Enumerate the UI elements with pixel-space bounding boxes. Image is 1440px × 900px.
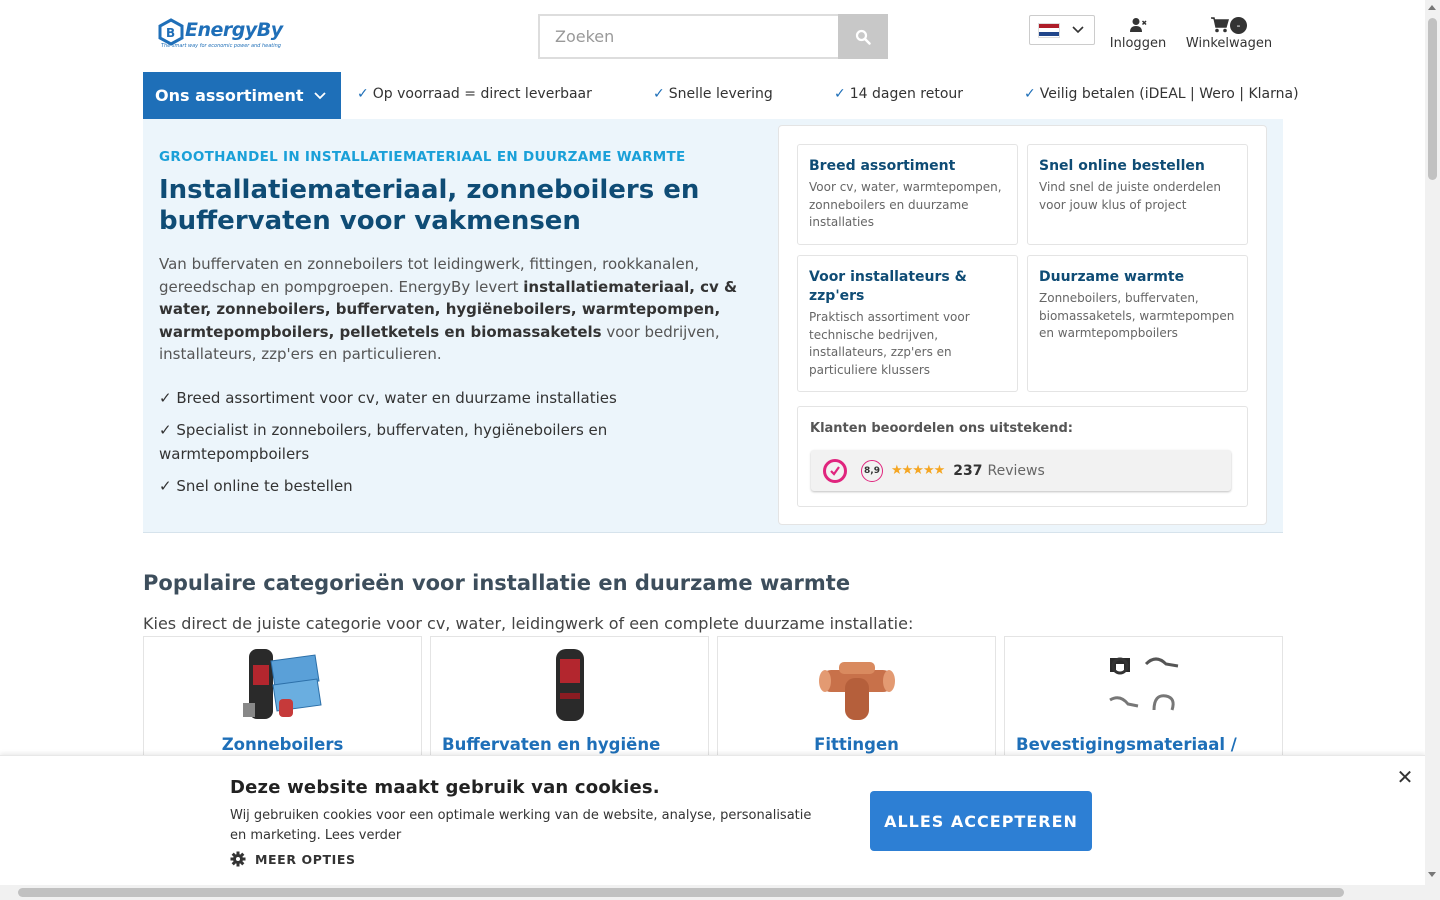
feature-card: Duurzame warmte Zonneboilers, buffervate… — [1027, 255, 1248, 392]
hero-section: GROOTHANDEL IN INSTALLATIEMATERIAAL EN D… — [143, 119, 1283, 533]
search-icon — [855, 29, 871, 45]
usp-returns: ✓ 14 dagen retour — [834, 86, 964, 102]
check-icon: ✓ — [357, 86, 369, 102]
cookie-banner: Deze website maakt gebruik van cookies. … — [0, 755, 1425, 885]
star-rating-icon: ★★★★★ — [891, 463, 945, 478]
svg-text:B: B — [166, 26, 175, 40]
reviews-title: Klanten beoordelen ons uitstekend: — [810, 421, 1073, 436]
categories-subtitle: Kies direct de juiste categorie voor cv,… — [143, 614, 914, 633]
hero-intro: GROOTHANDEL IN INSTALLATIEMATERIAAL EN D… — [159, 149, 749, 506]
login-link[interactable]: Inloggen — [1106, 14, 1170, 51]
category-image — [431, 637, 708, 723]
feature-title: Duurzame warmte — [1039, 269, 1185, 285]
logo-hexagon-icon: B — [158, 18, 184, 46]
review-label: Reviews — [987, 462, 1045, 479]
usp-payment: ✓ Veilig betalen (iDEAL | Wero | Klarna) — [1024, 86, 1299, 102]
usp-stock: ✓ Op voorraad = direct leverbaar — [357, 86, 592, 102]
horizontal-scroll-thumb[interactable] — [18, 888, 1344, 897]
cart-link[interactable]: - Winkelwagen — [1183, 14, 1275, 51]
scroll-up-icon[interactable] — [1428, 5, 1436, 10]
search-bar — [538, 14, 888, 59]
feature-title: Voor installateurs & zzp'ers — [809, 269, 967, 304]
hero-text: Van buffervaten en zonneboilers tot leid… — [159, 255, 738, 363]
category-name: Zonneboilers — [221, 735, 344, 754]
kiyoh-review-widget[interactable]: 8,9 ★★★★★ 237 Reviews — [811, 450, 1231, 491]
dutch-flag-icon — [1038, 22, 1060, 38]
search-input[interactable] — [538, 14, 839, 59]
category-name: Fittingen — [814, 735, 899, 754]
close-icon[interactable]: ✕ — [1396, 767, 1414, 787]
hero-bullet: ✓ Snel online te bestellen — [159, 476, 353, 495]
scroll-down-icon[interactable] — [1428, 872, 1436, 877]
hero-bullet-list: ✓ Breed assortiment voor cv, water en du… — [159, 386, 749, 498]
feature-desc: Vind snel de juiste onderdelen voor jouw… — [1039, 180, 1221, 212]
more-options-label: MEER OPTIES — [255, 851, 356, 867]
chevron-down-icon — [1072, 26, 1084, 34]
assortiment-menu-button[interactable]: Ons assortiment — [143, 72, 341, 119]
category-image — [1005, 637, 1282, 723]
cookie-text: Wij gebruiken cookies voor een optimale … — [230, 808, 812, 843]
cookie-title: Deze website maakt gebruik van cookies. — [230, 777, 660, 798]
category-image — [718, 637, 995, 723]
review-score: 8,9 — [861, 459, 883, 482]
main-nav: Ons assortiment ✓ Op voorraad = direct le… — [143, 72, 1299, 119]
hero-eyebrow: GROOTHANDEL IN INSTALLATIEMATERIAAL EN D… — [159, 149, 686, 165]
category-name: Buffervaten en hygiëne — [442, 735, 661, 754]
category-name: Bevestigingsmateriaal / — [1016, 735, 1237, 754]
feature-card: Breed assortiment Voor cv, water, warmte… — [797, 144, 1018, 245]
feature-card: Snel online bestellen Vind snel de juist… — [1027, 144, 1248, 245]
check-icon: ✓ — [1024, 86, 1036, 102]
vertical-scrollbar[interactable] — [1425, 0, 1440, 900]
review-count: 237 — [953, 462, 983, 479]
feature-desc: Zonneboilers, buffervaten, biomassaketel… — [1039, 291, 1235, 340]
features-panel: Breed assortiment Voor cv, water, warmte… — [778, 125, 1267, 525]
site-header: B EnergyBy The smart way for economic po… — [0, 0, 1425, 72]
language-select[interactable] — [1029, 15, 1095, 45]
feature-title: Breed assortiment — [809, 158, 956, 174]
cart-label: Winkelwagen — [1185, 36, 1273, 51]
feature-title: Snel online bestellen — [1039, 158, 1205, 174]
categories-title: Populaire categorieën voor installatie e… — [143, 571, 851, 595]
horizontal-scrollbar[interactable] — [0, 885, 1425, 900]
feature-desc: Praktisch assortiment voor technische be… — [809, 310, 970, 377]
hero-title: Installatiemateriaal, zonneboilers en bu… — [159, 175, 700, 236]
assortiment-label: Ons assortiment — [155, 86, 304, 105]
usp-delivery: ✓ Snelle levering — [653, 86, 773, 102]
feature-card: Voor installateurs & zzp'ers Praktisch a… — [797, 255, 1018, 392]
check-icon: ✓ — [834, 86, 846, 102]
category-image — [144, 637, 421, 723]
logo-tagline: The smart way for economic power and hea… — [161, 43, 281, 49]
hero-bullet: ✓ Specialist in zonneboilers, buffervate… — [159, 420, 608, 463]
user-icon — [1130, 18, 1147, 32]
logo-text: EnergyBy — [185, 19, 283, 41]
accept-all-cookies-button[interactable]: ALLES ACCEPTEREN — [870, 791, 1092, 851]
reviews-box: Klanten beoordelen ons uitstekend: 8,9 ★… — [797, 406, 1248, 507]
vertical-scroll-thumb[interactable] — [1428, 18, 1437, 180]
cookie-more-options[interactable]: MEER OPTIES — [230, 851, 356, 867]
cart-count-badge: - — [1230, 16, 1247, 34]
hero-bullet: ✓ Breed assortiment voor cv, water en du… — [159, 388, 617, 407]
login-label: Inloggen — [1109, 36, 1167, 51]
kiyoh-logo-icon — [823, 458, 847, 483]
gear-icon — [230, 851, 246, 867]
search-button[interactable] — [838, 14, 888, 59]
feature-desc: Voor cv, water, warmtepompen, zonneboile… — [809, 180, 1002, 229]
energyby-logo[interactable]: B EnergyBy The smart way for economic po… — [157, 18, 283, 52]
chevron-down-icon — [313, 91, 326, 99]
cart-icon — [1211, 17, 1229, 33]
check-icon: ✓ — [653, 86, 665, 102]
